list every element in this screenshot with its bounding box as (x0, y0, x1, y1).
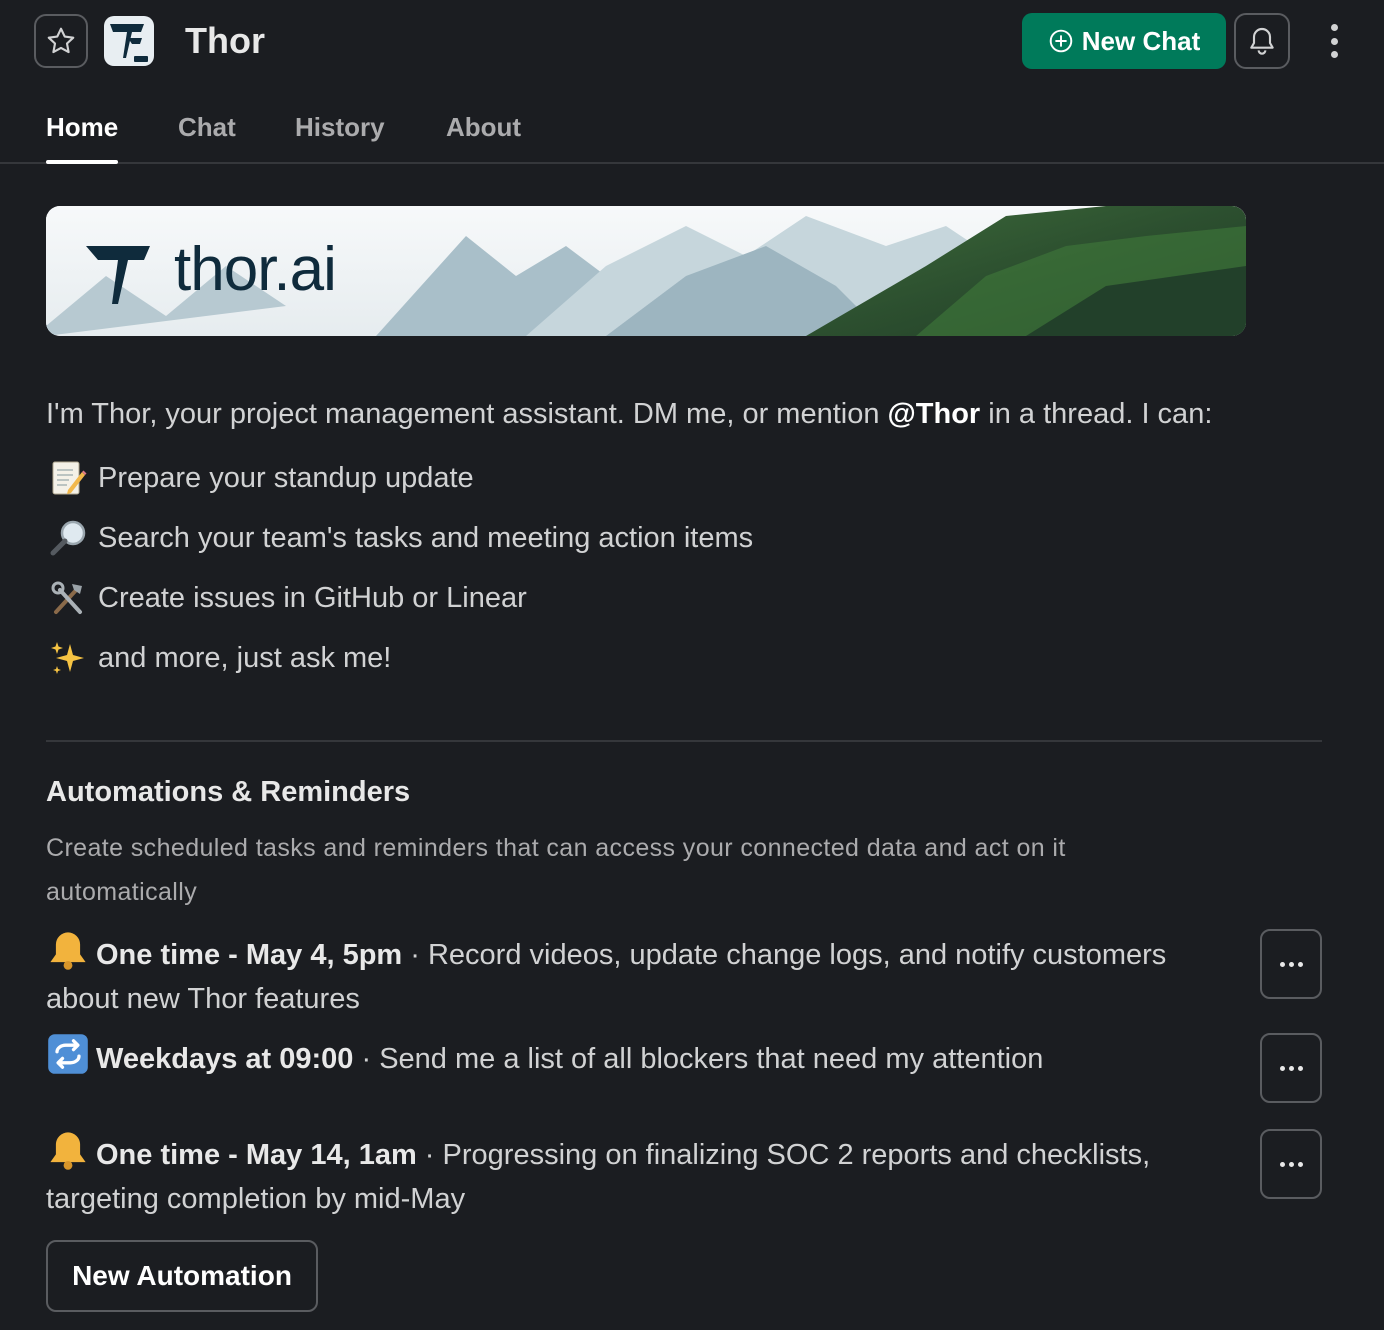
hammer-wrench-icon (46, 576, 90, 620)
tab-chat[interactable]: Chat (178, 112, 236, 143)
tab-home[interactable]: Home (46, 112, 119, 164)
automation-item: One time - May 4, 5pm · Record videos, u… (46, 928, 1236, 1021)
new-automation-button[interactable]: New Automation (46, 1240, 318, 1312)
bell-icon (50, 932, 86, 970)
tab-bar: Home Chat History About (0, 96, 1384, 164)
notifications-button[interactable] (1234, 13, 1290, 69)
capability-item: Search your team's tasks and meeting act… (46, 514, 753, 562)
automations-title: Automations & Reminders (46, 776, 411, 808)
bell-icon (50, 1132, 86, 1170)
automation-task: Send me a list of all blockers that need… (379, 1043, 1044, 1075)
tab-history[interactable]: History (295, 112, 385, 143)
memo-icon (46, 456, 90, 500)
magnifier-icon (46, 516, 90, 560)
repeat-icon (48, 1034, 88, 1074)
automation-more-button[interactable] (1260, 929, 1322, 999)
automations-description: Create scheduled tasks and reminders tha… (46, 834, 1066, 906)
capability-item: and more, just ask me! (46, 634, 391, 682)
bell-icon (1250, 27, 1274, 55)
sparkles-icon (46, 636, 90, 680)
new-chat-label: New Chat (1081, 25, 1201, 56)
app-logo (104, 16, 154, 66)
automation-schedule: One time - May 14, 1am (96, 1139, 417, 1171)
automation-schedule: One time - May 4, 5pm (96, 939, 403, 971)
banner-brand-text: thor.ai (174, 235, 337, 304)
plus-chat-icon (1049, 29, 1073, 53)
favorite-button[interactable] (34, 14, 88, 68)
intro-text: I'm Thor, your project management assist… (46, 398, 1213, 430)
top-bar: Thor New Chat (0, 0, 1384, 84)
automation-item: One time - May 14, 1am · Progressing on … (46, 1128, 1236, 1221)
automation-more-button[interactable] (1260, 1129, 1322, 1199)
app-title: Thor (185, 20, 265, 61)
capability-item: Prepare your standup update (46, 454, 474, 502)
capability-item: Create issues in GitHub or Linear (46, 574, 527, 622)
star-icon (47, 27, 75, 54)
new-chat-button[interactable]: New Chat (1022, 13, 1226, 69)
tab-about[interactable]: About (446, 112, 521, 143)
automation-item: Weekdays at 09:00 · Send me a list of al… (46, 1032, 1236, 1081)
hero-banner: thor.ai (46, 206, 1246, 336)
automation-more-button[interactable] (1260, 1033, 1322, 1103)
kebab-menu-icon[interactable] (1318, 20, 1350, 62)
automation-schedule: Weekdays at 09:00 (96, 1043, 354, 1075)
thor-mention[interactable]: @Thor (888, 398, 981, 430)
section-divider (46, 740, 1322, 742)
